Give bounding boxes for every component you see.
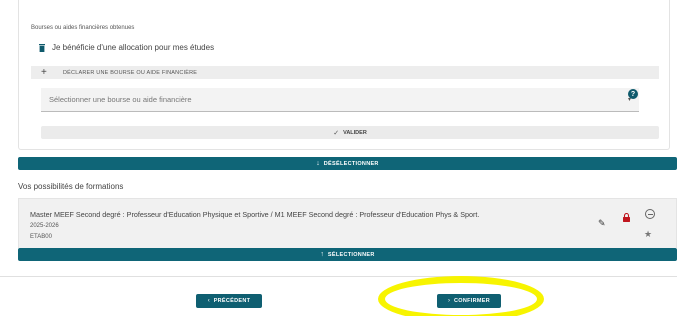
select-label: SÉLECTIONNER <box>327 251 375 258</box>
deselect-label: DÉSÉLECTIONNER <box>323 160 379 167</box>
plus-icon: + <box>41 66 47 78</box>
arrow-down-icon: ↓ <box>316 160 320 167</box>
scholarship-select-placeholder: Sélectionner une bourse ou aide financiè… <box>49 95 192 104</box>
declare-scholarship-button[interactable]: + DÉCLARER UNE BOURSE OU AIDE FINANCIÈRE <box>31 66 659 79</box>
scholarship-section-label: Bourses ou aides financières obtenues <box>31 25 135 31</box>
previous-button[interactable]: ‹ PRÉCÉDENT <box>196 294 262 308</box>
confirm-button[interactable]: › CONFIRMER <box>437 294 501 308</box>
formation-title: Master MEEF Second degré : Professeur d'… <box>30 210 480 219</box>
declare-scholarship-label: DÉCLARER UNE BOURSE OU AIDE FINANCIÈRE <box>63 69 198 76</box>
previous-label: PRÉCÉDENT <box>213 298 251 304</box>
validate-label: VALIDER <box>343 129 367 136</box>
star-icon[interactable]: ★ <box>644 229 652 240</box>
allocation-text: Je bénéficie d'une allocation pour mes é… <box>52 43 215 52</box>
deselect-button[interactable]: ↓ DÉSÉLECTIONNER <box>18 157 677 170</box>
formation-etab: ETAB00 <box>30 234 52 240</box>
confirm-label: CONFIRMER <box>453 298 490 304</box>
scholarship-select[interactable]: Sélectionner une bourse ou aide financiè… <box>41 88 639 112</box>
help-icon[interactable]: ? <box>628 89 638 99</box>
lock-icon <box>623 209 630 227</box>
select-button[interactable]: ↑ SÉLECTIONNER <box>18 248 677 261</box>
possibilities-title: Vos possibilités de formations <box>18 182 124 191</box>
validate-button[interactable]: ✓ VALIDER <box>41 126 659 139</box>
chevron-right-icon: › <box>447 298 450 304</box>
scholarship-panel: Bourses ou aides financières obtenues Je… <box>18 0 670 150</box>
arrow-up-icon: ↑ <box>320 251 324 258</box>
check-icon: ✓ <box>333 129 340 137</box>
minus-circle-icon[interactable] <box>645 209 655 219</box>
trash-icon[interactable] <box>39 43 45 52</box>
pencil-icon[interactable]: ✎ <box>598 218 606 229</box>
chevron-left-icon: ‹ <box>207 298 210 304</box>
formation-year: 2025-2026 <box>30 223 59 229</box>
allocation-row: Je bénéficie d'une allocation pour mes é… <box>39 43 214 52</box>
divider <box>0 276 677 277</box>
formation-card[interactable]: Master MEEF Second degré : Professeur d'… <box>18 198 677 248</box>
